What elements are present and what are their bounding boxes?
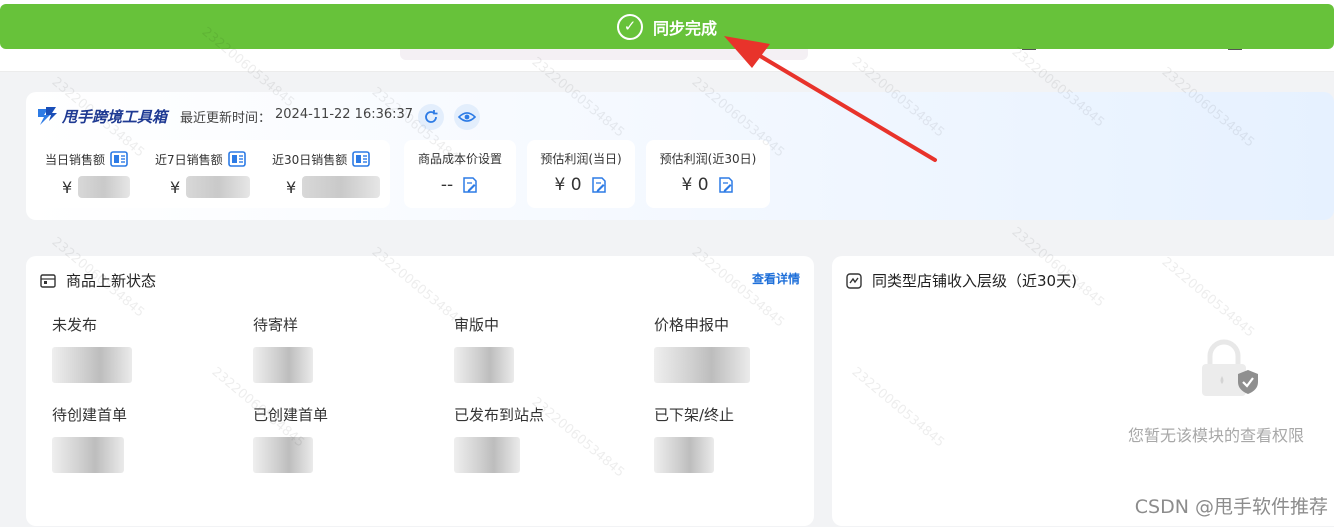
status-count-blurred (454, 347, 514, 383)
chart-box-icon (846, 272, 862, 289)
sales-today-value-blurred (78, 176, 131, 198)
status-published-to-site[interactable]: 已发布到站点 (454, 404, 634, 473)
status-count-blurred (654, 347, 750, 383)
report-icon[interactable] (352, 150, 371, 168)
toast-message: 同步完成 (652, 18, 717, 38)
status-count-blurred (52, 437, 124, 473)
sales-today-label: 当日销售额 (45, 152, 106, 167)
edit-icon[interactable] (717, 176, 735, 194)
sales-7d-label: 近7日销售额 (155, 152, 223, 167)
status-price-declaring[interactable]: 价格申报中 (654, 314, 834, 383)
sync-toast: ✓ 同步完成 (0, 4, 1334, 49)
currency-symbol: ¥ (286, 177, 297, 197)
currency-symbol: ¥ (170, 177, 181, 197)
status-count-blurred (253, 347, 313, 383)
profit-today-label: 预估利润(当日) (540, 152, 622, 166)
sales-30d-value-blurred (302, 176, 381, 198)
refresh-button[interactable] (418, 104, 444, 130)
no-permission-text: 您暂无该模块的查看权限 (1128, 426, 1305, 445)
sales-7d-value-blurred (186, 176, 251, 198)
profit-30d-value: ¥ 0 (681, 175, 709, 195)
status-count-blurred (454, 437, 520, 473)
status-unpublished[interactable]: 未发布 (52, 314, 232, 383)
sales-summary-box: 当日销售额 ¥ 近7日销售额 ¥ 近30日销售额 ¥ (36, 140, 390, 208)
status-in-review[interactable]: 审版中 (454, 314, 634, 383)
check-circle-icon: ✓ (616, 13, 643, 40)
update-time-label: 最近更新时间： (180, 111, 272, 126)
status-delisted[interactable]: 已下架/终止 (654, 404, 834, 473)
sales-today: 当日销售额 ¥ (45, 150, 131, 198)
cost-value: -- (440, 175, 454, 195)
profit-today-value: ¥ 0 (554, 175, 582, 195)
eye-icon (458, 112, 476, 122)
status-count-blurred (253, 437, 313, 473)
profit-today-box: 预估利润(当日) ¥ 0 (527, 140, 635, 208)
brand: 甩手跨境工具箱 (36, 105, 167, 127)
csdn-watermark: CSDN @甩手软件推荐 (1134, 496, 1328, 518)
profit-30d-label: 预估利润(近30日) (659, 152, 757, 166)
status-pending-sample[interactable]: 待寄样 (253, 314, 433, 383)
profit-30d-box: 预估利润(近30日) ¥ 0 (646, 140, 770, 208)
edit-icon[interactable] (590, 176, 608, 194)
view-details-link[interactable]: 查看详情 (752, 270, 800, 287)
visibility-button[interactable] (454, 104, 480, 130)
sales-30d-label: 近30日销售额 (272, 152, 348, 167)
report-icon[interactable] (227, 150, 246, 168)
refresh-icon (425, 110, 438, 123)
status-count-blurred (654, 437, 714, 473)
income-level-title: 同类型店铺收入层级（近30天) (872, 272, 1077, 290)
cost-setting-box[interactable]: 商品成本价设置 -- (404, 140, 516, 208)
product-status-panel: 商品上新状态 查看详情 未发布 待寄样 审版中 价格申报中 待创建首单 已创建首… (26, 256, 814, 526)
brand-logo-icon (38, 107, 57, 125)
edit-icon[interactable] (461, 176, 479, 194)
calendar-icon (40, 273, 56, 288)
sales-30d: 近30日销售额 ¥ (272, 150, 381, 198)
summary-card: 甩手跨境工具箱 最近更新时间： 2024-11-22 16:36:37 当日销售… (26, 92, 1334, 220)
product-status-title: 商品上新状态 (66, 272, 157, 290)
status-pending-first-order[interactable]: 待创建首单 (52, 404, 232, 473)
brand-name: 甩手跨境工具箱 (62, 107, 168, 126)
cost-label: 商品成本价设置 (417, 152, 502, 166)
sales-7d: 近7日销售额 ¥ (155, 150, 251, 198)
update-time-value: 2024-11-22 16:36:37 (275, 107, 414, 122)
status-count-blurred (52, 347, 132, 383)
lock-icon (1196, 338, 1260, 398)
report-icon[interactable] (110, 150, 128, 168)
status-first-order-created[interactable]: 已创建首单 (253, 404, 433, 473)
currency-symbol: ¥ (62, 177, 73, 197)
